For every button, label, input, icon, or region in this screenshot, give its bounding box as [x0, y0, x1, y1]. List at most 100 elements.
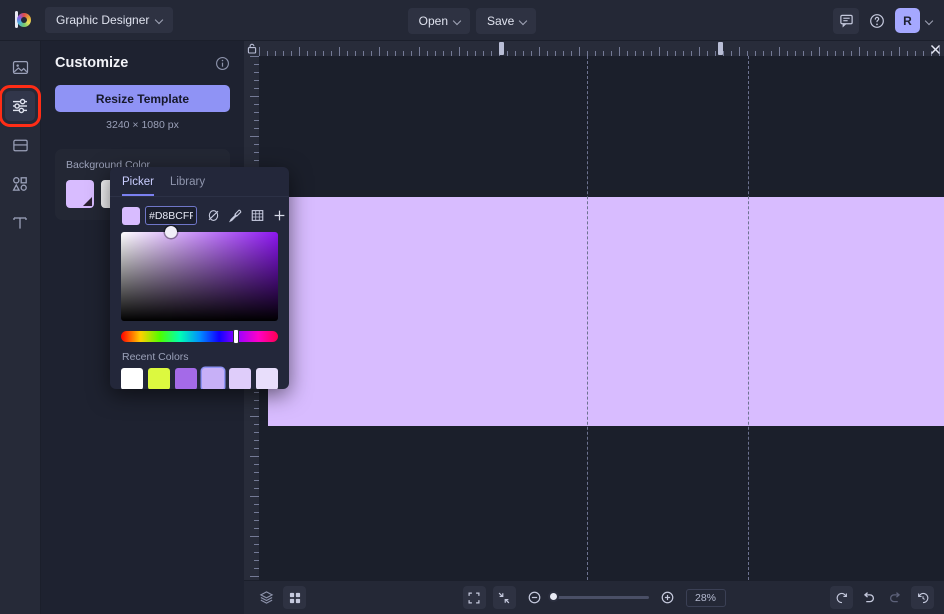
- ruler-tick: [254, 104, 259, 105]
- ruler-tick: [323, 51, 324, 56]
- palette-grid-button[interactable]: [249, 207, 266, 224]
- ruler-tick: [923, 51, 924, 56]
- layout-icon: [12, 139, 28, 151]
- ruler-tick: [250, 536, 259, 537]
- ruler-tick: [254, 144, 259, 145]
- reset-button[interactable]: [830, 586, 853, 609]
- open-button[interactable]: Open: [407, 7, 470, 34]
- ruler-tick: [254, 480, 259, 481]
- ruler-tick: [475, 51, 476, 56]
- ruler-tick: [254, 520, 259, 521]
- eyedropper-button[interactable]: [227, 207, 244, 224]
- zoom-in-button[interactable]: [656, 586, 679, 609]
- app-switcher-label: Graphic Designer: [56, 13, 150, 27]
- design-canvas[interactable]: [268, 197, 944, 426]
- sidebar-item-text[interactable]: [5, 208, 35, 238]
- swatch-lavender[interactable]: [66, 180, 94, 208]
- no-color-button[interactable]: [205, 207, 222, 224]
- saturation-value-area[interactable]: [121, 226, 278, 321]
- recent-light-purple[interactable]: [202, 368, 224, 389]
- recent-pale-lavender[interactable]: [229, 368, 251, 389]
- chevron-down-icon: [156, 16, 164, 24]
- page-title: Customize: [55, 55, 129, 71]
- bottom-bar-right-group: [830, 586, 934, 609]
- ruler-tick: [254, 112, 259, 113]
- add-color-button[interactable]: [271, 207, 288, 224]
- zoom-level-value[interactable]: 28%: [685, 588, 726, 607]
- sidebar-item-layouts[interactable]: [5, 130, 35, 160]
- ruler-tick: [254, 504, 259, 505]
- undo-button[interactable]: [857, 586, 880, 609]
- collapse-button[interactable]: [492, 586, 516, 609]
- resize-template-button[interactable]: Resize Template: [55, 85, 230, 112]
- ruler-tick: [547, 51, 548, 56]
- sidebar-item-media[interactable]: [5, 52, 35, 82]
- zoom-slider-handle[interactable]: [547, 591, 559, 602]
- comment-button[interactable]: [833, 7, 859, 34]
- ruler-tick: [254, 80, 259, 81]
- ruler-tick: [254, 440, 259, 441]
- close-button[interactable]: [927, 41, 943, 57]
- shapes-icon: [12, 177, 27, 191]
- ruler-tick: [419, 47, 420, 56]
- ruler-position-marker[interactable]: [717, 42, 723, 55]
- ruler-tick: [339, 47, 340, 56]
- sidebar-item-customize[interactable]: [0, 85, 41, 127]
- info-button[interactable]: [215, 56, 230, 71]
- zoom-slider[interactable]: [547, 591, 649, 602]
- recent-purple[interactable]: [175, 368, 197, 389]
- ruler-tick: [254, 392, 259, 393]
- ruler-tick: [451, 51, 452, 56]
- avatar[interactable]: R: [895, 8, 920, 33]
- ruler-lock-button[interactable]: [244, 41, 259, 56]
- ruler-tick: [723, 51, 724, 56]
- canvas-stage[interactable]: [244, 41, 944, 580]
- help-button[interactable]: [864, 8, 890, 34]
- recent-lime[interactable]: [148, 368, 170, 389]
- color-picker-popover: Picker Library #D8BCFF Recent Colors: [110, 167, 289, 389]
- ruler-tick: [915, 51, 916, 56]
- ruler-tick: [731, 51, 732, 56]
- save-button[interactable]: Save: [476, 7, 537, 34]
- recent-paler-lavender[interactable]: [256, 368, 278, 389]
- ruler-tick: [739, 47, 740, 56]
- ruler-tick: [891, 51, 892, 56]
- sidebar-item-shapes[interactable]: [5, 169, 35, 199]
- hex-input[interactable]: [145, 206, 197, 225]
- canvas-guide: [587, 56, 588, 580]
- app-switcher[interactable]: Graphic Designer: [45, 7, 174, 33]
- chevron-down-icon: [454, 17, 462, 25]
- ruler-tick: [250, 496, 259, 497]
- ruler-tick: [531, 51, 532, 56]
- recent-white[interactable]: [121, 368, 143, 389]
- ruler-tick: [395, 51, 396, 56]
- ruler-tick: [627, 51, 628, 56]
- ruler-tick: [675, 51, 676, 56]
- tab-picker[interactable]: Picker: [122, 176, 154, 196]
- ruler-tick: [779, 47, 780, 56]
- fit-screen-button[interactable]: [462, 586, 486, 609]
- current-color-chip[interactable]: [122, 206, 140, 225]
- hue-slider[interactable]: [121, 329, 278, 344]
- tab-library[interactable]: Library: [170, 176, 205, 196]
- ruler-tick: [603, 51, 604, 56]
- ruler-tick: [254, 120, 259, 121]
- ruler-position-marker[interactable]: [498, 42, 504, 55]
- ruler-tick: [254, 552, 259, 553]
- ruler-tick: [523, 51, 524, 56]
- history-button[interactable]: [911, 586, 934, 609]
- ruler-tick: [254, 472, 259, 473]
- ruler-tick: [254, 448, 259, 449]
- chevron-down-icon[interactable]: [926, 17, 934, 25]
- layers-button[interactable]: [255, 586, 278, 609]
- brand-logo[interactable]: [0, 10, 45, 30]
- ruler-tick: [403, 51, 404, 56]
- grid-button[interactable]: [283, 586, 306, 609]
- hue-handle[interactable]: [233, 329, 240, 344]
- ruler-tick: [315, 51, 316, 56]
- sv-handle[interactable]: [165, 226, 177, 238]
- zoom-out-button[interactable]: [523, 586, 546, 609]
- ruler-tick: [619, 47, 620, 56]
- redo-button[interactable]: [884, 586, 907, 609]
- horizontal-ruler[interactable]: [259, 41, 944, 56]
